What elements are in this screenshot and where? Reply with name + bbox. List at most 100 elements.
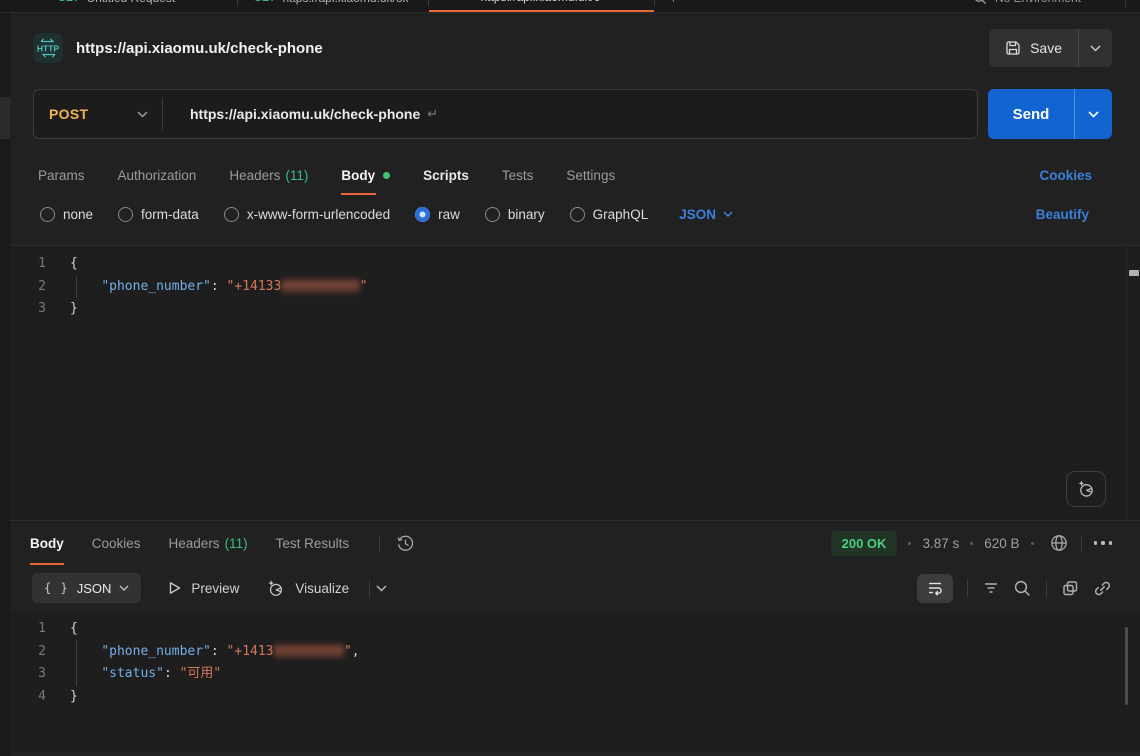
http-protocol-icon: HTTP [33,33,63,63]
url-input[interactable]: https://api.xiaomu.uk/check-phone ↵ [163,90,438,138]
scrollbar-handle[interactable] [1125,627,1128,705]
send-options-button[interactable] [1075,89,1112,139]
tab-divider [654,0,655,6]
save-options-button[interactable] [1079,29,1112,67]
method-dropdown[interactable]: POST [34,90,162,138]
body-modified-dot [383,172,390,179]
radio-graphql[interactable]: GraphQL [570,207,649,222]
postbot-button[interactable] [1066,471,1106,507]
response-size[interactable]: 620 B [984,536,1019,551]
radio-circle [40,207,55,222]
wrap-text-button[interactable] [917,574,953,603]
response-body-viewer[interactable]: 1234 { "phone_number": "+1413000000000",… [0,611,1140,753]
workspace-tab-untitled[interactable]: GET Untitled Request [42,0,237,13]
svg-text:HTTP: HTTP [37,44,60,54]
chevron-down-icon [137,111,148,118]
method-badge: POST [445,0,473,2]
collapsed-sidebar-rail[interactable] [0,13,10,756]
scrollbar-handle[interactable] [1129,270,1139,276]
radio-circle [224,207,239,222]
headers-count: (11) [225,536,248,551]
radio-none[interactable]: none [40,207,93,222]
response-format-dropdown[interactable]: { } JSON [32,573,141,603]
tab-scripts[interactable]: Scripts [423,155,469,195]
radio-circle [118,207,133,222]
indent-guide [76,641,77,686]
tab-headers[interactable]: Headers(11) [229,155,308,195]
response-tab-headers[interactable]: Headers(11) [169,521,248,565]
url-builder-row: POST https://api.xiaomu.uk/check-phone ↵… [0,89,1140,139]
divider [1081,535,1082,552]
tab-body[interactable]: Body [341,155,390,195]
divider [379,535,380,552]
status-badge[interactable]: 200 OK [831,531,898,556]
environment-selector[interactable]: No Environment [995,0,1081,5]
radio-circle [485,207,500,222]
workspace-tab-title: Untitled Request [86,0,175,5]
dot-separator [908,542,911,545]
tab-tests[interactable]: Tests [502,155,534,195]
radio-form-data[interactable]: form-data [118,207,199,222]
cookies-link[interactable]: Cookies [1039,168,1092,183]
visualize-button[interactable]: Visualize [265,578,349,599]
save-icon [1005,40,1021,56]
url-text: https://api.xiaomu.uk/check-phone [190,106,420,122]
response-tab-test-results[interactable]: Test Results [276,521,350,565]
format-dropdown[interactable]: JSON [679,207,733,222]
globe-icon[interactable] [1049,533,1069,553]
radio-x-www-form-urlencoded[interactable]: x-www-form-urlencoded [224,207,390,222]
copy-icon[interactable] [1061,579,1080,598]
chevron-down-icon [723,211,733,217]
code-lines[interactable]: { "phone_number": "+141330000000000"} [54,246,1140,520]
radio-binary[interactable]: binary [485,207,545,222]
new-tab-button[interactable]: + [669,0,678,7]
response-tab-body[interactable]: Body [30,521,64,565]
request-body-editor[interactable]: 123 { "phone_number": "+141330000000000"… [0,245,1140,520]
format-label: JSON [679,207,716,222]
code-lines[interactable]: { "phone_number": "+1413000000000", "sta… [54,611,1140,753]
tab-settings[interactable]: Settings [566,155,615,195]
tab-authorization[interactable]: Authorization [118,155,197,195]
history-icon[interactable] [396,534,415,553]
sidebar-rail-handle[interactable] [0,97,10,139]
method-badge: GET [58,0,79,4]
play-icon [167,580,182,596]
response-meta-bar: Body Cookies Headers(11) Test Results 20… [0,521,1140,565]
request-title: https://api.xiaomu.uk/check-phone [76,40,323,57]
dot-separator [1031,542,1034,545]
workspace-tab-2[interactable]: GET https://api.xiaomu.uk/ok [238,0,428,13]
workspace-tab-bar: GET Untitled Request GET https://api.xia… [0,0,1140,13]
beautify-link[interactable]: Beautify [1036,207,1089,222]
visualize-icon [265,578,286,599]
topbar-divider [1125,0,1126,7]
indent-guide [76,276,77,298]
send-button[interactable]: Send [988,89,1074,139]
save-button[interactable]: Save [989,29,1078,67]
workspace-tab-active[interactable]: POST https://api.xiaomu.uk/c [429,0,654,13]
dot-separator [970,542,973,545]
response-tab-cookies[interactable]: Cookies [92,521,141,565]
app-window: GET Untitled Request GET https://api.xia… [0,0,1140,756]
more-options-icon[interactable] [1094,541,1113,545]
send-split-button: Send [988,89,1112,139]
format-label: JSON [77,581,112,596]
tab-params[interactable]: Params [38,155,85,195]
workspace-tab-title: https://api.xiaomu.uk/ok [282,0,408,5]
filter-icon[interactable] [982,579,1000,597]
braces-icon: { } [44,581,69,595]
preview-button[interactable]: Preview [167,580,239,596]
search-icon[interactable] [1013,579,1032,598]
chevron-down-icon[interactable] [376,585,387,592]
response-toolbar: { } JSON Preview Visualize [0,565,1140,611]
body-type-selector: none form-data x-www-form-urlencoded raw… [0,195,1140,233]
editor-scrollbar[interactable] [1126,247,1140,519]
response-section: Body Cookies Headers(11) Test Results 20… [0,520,1140,753]
chevron-down-icon [119,585,129,591]
response-time[interactable]: 3.87 s [922,536,959,551]
save-split-button: Save [989,29,1112,67]
radio-raw-selected[interactable]: raw [415,207,460,222]
request-header: HTTP https://api.xiaomu.uk/check-phone S… [0,13,1140,89]
search-icon[interactable] [973,0,987,5]
link-icon[interactable] [1093,579,1112,598]
request-tab-bar: Params Authorization Headers(11) Body Sc… [0,155,1140,195]
